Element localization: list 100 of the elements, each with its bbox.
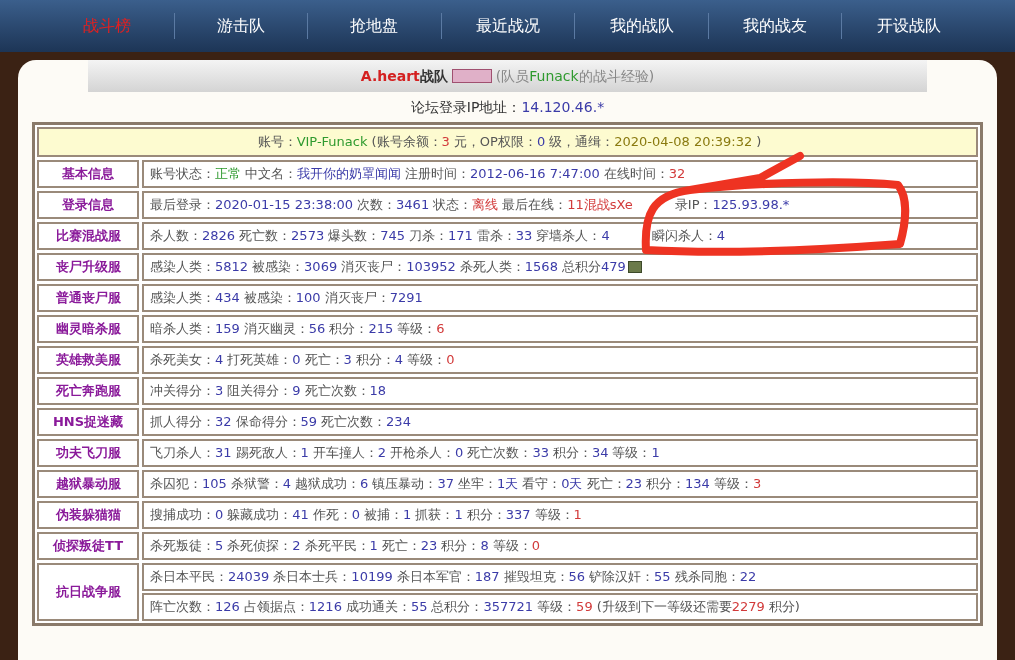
stat-label: 感染人类： [150, 258, 215, 277]
stat-label: ) [756, 133, 762, 152]
stat-label: 杀死美女： [150, 351, 215, 370]
stat-value: 1 [300, 444, 309, 463]
stat-label: 躲藏成功： [227, 506, 293, 525]
stat-value: 31 [215, 444, 232, 463]
nav-link[interactable]: 抢地盘 [308, 14, 441, 38]
stat-value: 171 [448, 227, 473, 246]
stat-label: 杀日本平民： [150, 568, 228, 587]
stat-label: 等级： [492, 537, 532, 556]
stat-value: 337 [505, 506, 531, 525]
stat-value: 1 [403, 506, 412, 525]
stat-label: 杀死侦探： [227, 537, 293, 556]
stat-label: 积分： [329, 320, 369, 339]
stat-label: 死亡次数： [304, 382, 370, 401]
category-cell: 伪装躲猫猫 [37, 501, 139, 529]
stat-label: 积分： [646, 475, 686, 494]
stat-value: 10199 [351, 568, 393, 587]
stat-value: 0 [455, 444, 464, 463]
stat-label: 在线时间： [603, 165, 669, 184]
stat-value: 105 [202, 475, 227, 494]
stat-label: 等级： [537, 598, 577, 617]
stat-value: 1216 [308, 598, 342, 617]
stat-value: 32 [215, 413, 232, 432]
stat-value: 3 [215, 382, 224, 401]
category-cell: 幽灵暗杀服 [37, 315, 139, 343]
stat-value: 4 [215, 351, 224, 370]
stat-value: 100 [295, 289, 321, 308]
stat-value: 134 [685, 475, 710, 494]
stat-value: 4 [716, 227, 725, 246]
stat-value: 0 [531, 537, 540, 556]
nav-link[interactable]: 我的战友 [708, 14, 842, 38]
stat-value: 56 [308, 320, 326, 339]
stat-label: (账号余额： [371, 133, 442, 152]
stat-label: 穿墙杀人： [536, 227, 602, 246]
stat-value: 5812 [215, 258, 249, 277]
stat-label: 录IP： [674, 196, 713, 215]
stat-value: 6 [436, 320, 445, 339]
stat-value: 125.93.98.* [712, 196, 790, 215]
stat-label: 级，通缉： [549, 133, 615, 152]
team-name: A.heart战队 [360, 66, 448, 86]
stat-value: 37 [437, 475, 454, 494]
stat-label: 杀死叛徒： [150, 537, 215, 556]
stat-value: 32 [668, 165, 686, 184]
stat-value: 1天 [496, 475, 519, 494]
stat-label: 死亡： [586, 475, 626, 494]
category-cell: 比赛混战服 [37, 222, 139, 250]
category-cell: 丧尸升级服 [37, 253, 139, 281]
stat-value: 55 [410, 598, 428, 617]
stat-label: 积分) [768, 598, 800, 617]
stat-label: 最后在线： [502, 196, 568, 215]
stat-value: 3 [441, 133, 450, 152]
stat-label: 杀日本军官： [396, 568, 475, 587]
stat-value: 我开你的奶罩闻闻 [297, 165, 401, 184]
stat-label: 抓获： [415, 506, 455, 525]
stat-value: 3069 [304, 258, 338, 277]
stat-value: VIP-Funack [296, 133, 368, 152]
stat-value: 4 [601, 227, 610, 246]
stat-value: 2826 [202, 227, 236, 246]
nav-link[interactable]: 开设战队 [842, 14, 976, 38]
nav-link[interactable]: 我的战队 [575, 14, 708, 38]
stat-label: 杀狱警： [230, 475, 283, 494]
stat-label: 消灭幽灵： [243, 320, 309, 339]
nav-link[interactable]: 游击队 [174, 14, 308, 38]
stat-label: 消灭丧尸： [341, 258, 407, 277]
stat-label: 镇压暴动： [372, 475, 438, 494]
stat-value: 2 [377, 444, 387, 463]
stat-value: 1568 [524, 258, 558, 277]
header-note: (队员Funack的战斗经验) [495, 66, 655, 86]
stat-label: 瞬闪杀人： [651, 227, 717, 246]
stat-label: 中文名： [245, 165, 297, 184]
stat-label: 残杀同胞： [674, 568, 740, 587]
stat-label: 杀死平民： [304, 537, 370, 556]
stat-label: 搜捕成功： [150, 506, 215, 525]
stat-value: 24039 [228, 568, 270, 587]
stat-value: 187 [474, 568, 500, 587]
stat-label: 占领据点： [243, 598, 309, 617]
stat-value: 2 [292, 537, 301, 556]
stat-value: 6 [360, 475, 369, 494]
stat-label: 抓人得分： [150, 413, 215, 432]
stat-label: 开枪杀人： [390, 444, 456, 463]
nav-link[interactable]: 最近战况 [441, 14, 575, 38]
stat-value: 4 [282, 475, 292, 494]
stat-label: 刀杀： [409, 227, 448, 246]
stat-label: 死亡数： [239, 227, 292, 246]
stat-value: 11混战sXe [567, 196, 633, 215]
stat-value: 7291 [389, 289, 423, 308]
stat-label: 账号： [257, 133, 297, 152]
stat-value: 126 [215, 598, 240, 617]
stat-value: 59 [300, 413, 318, 432]
stat-value: 33 [532, 444, 549, 463]
stat-label: 被感染： [252, 258, 305, 277]
stat-label: 积分： [355, 351, 395, 370]
stat-label: 消灭丧尸： [324, 289, 390, 308]
category-cell: 侦探叛徒TT [37, 532, 139, 560]
stat-label: 作死： [312, 506, 352, 525]
category-cell: 基本信息 [37, 160, 139, 188]
stat-value: 2012-06-16 7:47:00 [470, 165, 600, 184]
stat-label: 看守： [522, 475, 562, 494]
category-cell: 功夫飞刀服 [37, 439, 139, 467]
